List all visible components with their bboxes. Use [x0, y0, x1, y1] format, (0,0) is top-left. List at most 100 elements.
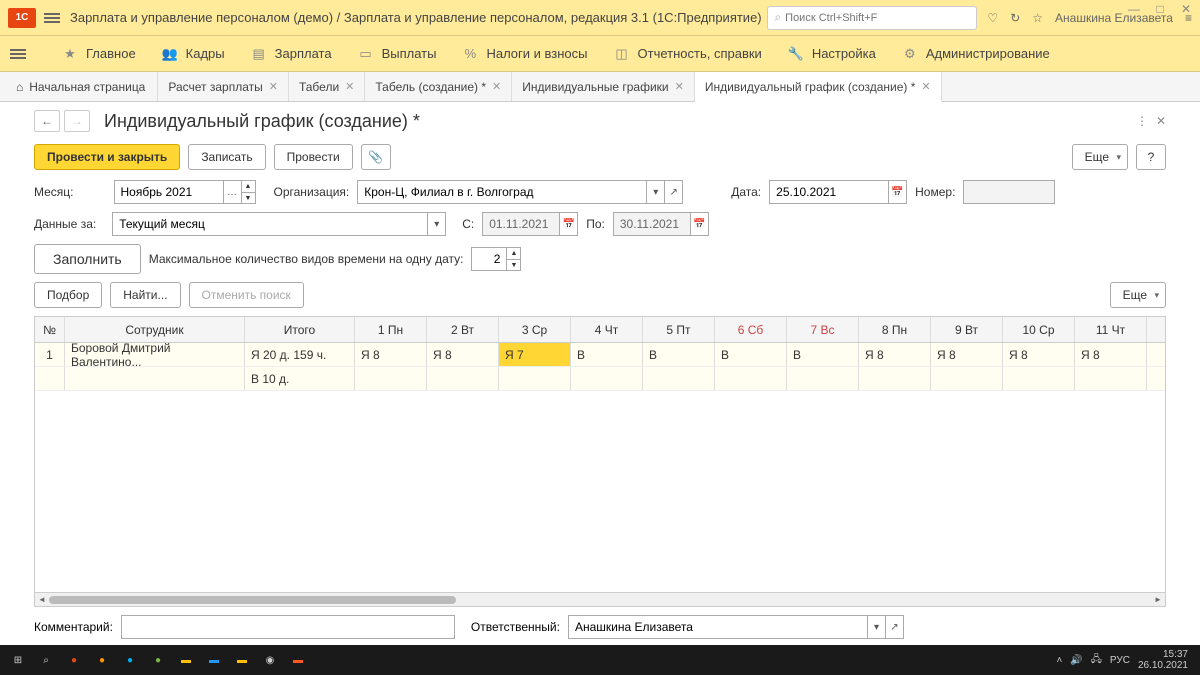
day-cell[interactable]: [427, 367, 499, 390]
app-icon-7[interactable]: ▬: [284, 645, 312, 675]
column-header[interactable]: Сотрудник: [65, 317, 245, 342]
resp-dropdown-button[interactable]: ▾: [868, 615, 886, 639]
month-input[interactable]: [114, 180, 224, 204]
column-header[interactable]: Итого: [245, 317, 355, 342]
folder-icon[interactable]: ▬: [172, 645, 200, 675]
day-cell[interactable]: [571, 367, 643, 390]
menu-zarplata[interactable]: ▤Зарплата: [251, 46, 332, 62]
day-cell[interactable]: В: [643, 343, 715, 366]
volume-icon[interactable]: 🔊: [1070, 655, 1082, 666]
day-cell[interactable]: Я 8: [859, 343, 931, 366]
data-for-input[interactable]: [112, 212, 428, 236]
fill-button[interactable]: Заполнить: [34, 244, 141, 274]
close-icon[interactable]: ✕: [1176, 2, 1196, 16]
horizontal-scrollbar[interactable]: [35, 592, 1165, 606]
tab-0[interactable]: ⌂Начальная страница: [4, 72, 158, 101]
column-header[interactable]: 9 Вт: [931, 317, 1003, 342]
day-cell[interactable]: [643, 367, 715, 390]
select-button[interactable]: Подбор: [34, 282, 102, 308]
day-cell[interactable]: Я 8: [1075, 343, 1147, 366]
close-page-icon[interactable]: ✕: [1156, 114, 1166, 128]
org-dropdown-button[interactable]: ▾: [647, 180, 665, 204]
org-input[interactable]: [357, 180, 647, 204]
day-cell[interactable]: Я 8: [1003, 343, 1075, 366]
menu-vyplaty[interactable]: ▭Выплаты: [358, 46, 437, 62]
date-input[interactable]: [769, 180, 889, 204]
post-button[interactable]: Провести: [274, 144, 353, 170]
day-cell[interactable]: [499, 367, 571, 390]
table-row[interactable]: 1Боровой Дмитрий Валентино...Я 20 д. 159…: [35, 343, 1165, 367]
clock[interactable]: 15:37 26.10.2021: [1138, 649, 1188, 671]
day-cell[interactable]: [1003, 367, 1075, 390]
column-header[interactable]: 8 Пн: [859, 317, 931, 342]
attach-button[interactable]: 📎: [361, 144, 391, 170]
day-cell[interactable]: В: [571, 343, 643, 366]
to-picker-button[interactable]: 📅: [691, 212, 709, 236]
org-open-button[interactable]: ↗: [665, 180, 683, 204]
total-cell[interactable]: Я 20 д. 159 ч.: [245, 343, 355, 366]
tab-close-icon[interactable]: ✕: [675, 80, 684, 93]
total-cell[interactable]: В 10 д.: [245, 367, 355, 390]
max-types-input[interactable]: [471, 247, 507, 271]
app-icon-3[interactable]: ●: [116, 645, 144, 675]
column-header[interactable]: 3 Ср: [499, 317, 571, 342]
month-spinner[interactable]: ▲▼: [242, 180, 256, 204]
column-header[interactable]: 7 Вс: [787, 317, 859, 342]
kebab-icon[interactable]: ⋮: [1136, 114, 1148, 128]
from-picker-button[interactable]: 📅: [560, 212, 578, 236]
number-input[interactable]: [963, 180, 1055, 204]
tab-3[interactable]: Табель (создание) *✕: [365, 72, 512, 101]
column-header[interactable]: №: [35, 317, 65, 342]
tab-1[interactable]: Расчет зарплаты✕: [158, 72, 289, 101]
menu-icon[interactable]: [44, 13, 60, 23]
day-cell[interactable]: Я 7: [499, 343, 571, 366]
day-cell[interactable]: Я 8: [931, 343, 1003, 366]
search-box[interactable]: ⌕: [767, 6, 977, 30]
app-icon-4[interactable]: ●: [144, 645, 172, 675]
tab-2[interactable]: Табели✕: [289, 72, 365, 101]
day-cell[interactable]: [1075, 367, 1147, 390]
app-icon-6[interactable]: ▬: [228, 645, 256, 675]
menu-settings[interactable]: 🔧Настройка: [788, 46, 876, 62]
day-cell[interactable]: В: [787, 343, 859, 366]
find-button[interactable]: Найти...: [110, 282, 180, 308]
history-icon[interactable]: ↻: [1010, 11, 1020, 25]
day-cell[interactable]: [715, 367, 787, 390]
network-icon[interactable]: 🖧: [1091, 652, 1102, 669]
column-header[interactable]: 10 Ср: [1003, 317, 1075, 342]
column-header[interactable]: 4 Чт: [571, 317, 643, 342]
menu-toggle-icon[interactable]: [10, 49, 26, 59]
tab-close-icon[interactable]: ✕: [345, 80, 354, 93]
more-button[interactable]: Еще: [1072, 144, 1128, 170]
day-cell[interactable]: [931, 367, 1003, 390]
tray-up-icon[interactable]: ˄: [1056, 655, 1062, 666]
comment-input[interactable]: [121, 615, 455, 639]
table-row[interactable]: В 10 д.: [35, 367, 1165, 391]
app-icon-2[interactable]: ●: [88, 645, 116, 675]
search-input[interactable]: [785, 12, 970, 24]
lang-indicator[interactable]: РУС: [1110, 655, 1130, 666]
data-for-dropdown-button[interactable]: ▾: [428, 212, 446, 236]
table-more-button[interactable]: Еще: [1110, 282, 1166, 308]
month-picker-button[interactable]: …: [224, 180, 242, 204]
resp-input[interactable]: [568, 615, 868, 639]
tab-5[interactable]: Индивидуальный график (создание) *✕: [695, 72, 942, 102]
tab-close-icon[interactable]: ✕: [269, 80, 278, 93]
start-icon[interactable]: ⊞: [4, 645, 32, 675]
minimize-icon[interactable]: —: [1124, 2, 1144, 16]
tab-close-icon[interactable]: ✕: [492, 80, 501, 93]
save-button[interactable]: Записать: [188, 144, 265, 170]
employee-cell[interactable]: Боровой Дмитрий Валентино...: [65, 343, 245, 366]
column-header[interactable]: 5 Пт: [643, 317, 715, 342]
help-button[interactable]: ?: [1136, 144, 1166, 170]
star-icon[interactable]: ☆: [1032, 11, 1043, 25]
menu-admin[interactable]: ⚙Администрирование: [902, 46, 1050, 62]
tab-close-icon[interactable]: ✕: [921, 80, 930, 93]
app-icon-1[interactable]: ●: [60, 645, 88, 675]
column-header[interactable]: 6 Сб: [715, 317, 787, 342]
menu-kadry[interactable]: 👥Кадры: [162, 46, 225, 62]
day-cell[interactable]: [787, 367, 859, 390]
post-and-close-button[interactable]: Провести и закрыть: [34, 144, 180, 170]
day-cell[interactable]: [859, 367, 931, 390]
tab-4[interactable]: Индивидуальные графики✕: [512, 72, 695, 101]
